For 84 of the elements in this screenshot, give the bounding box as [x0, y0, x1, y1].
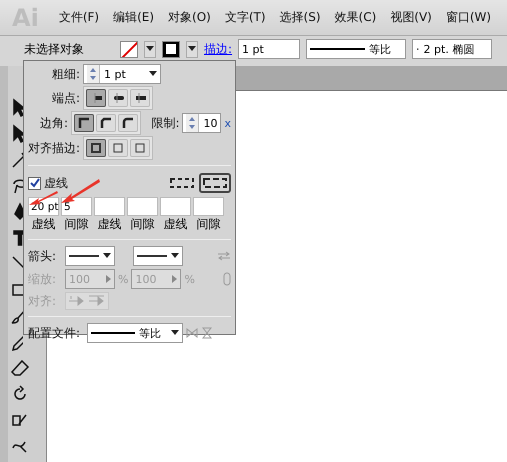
- option-button[interactable]: [74, 114, 94, 132]
- arrow-align-icon: [68, 295, 86, 307]
- line-preview-icon: [91, 331, 135, 335]
- menu-item[interactable]: 文字(T): [224, 9, 266, 26]
- line-preview-icon: [310, 47, 366, 51]
- field-label: 箭头:: [28, 248, 58, 264]
- dash-field[interactable]: 5: [61, 197, 92, 216]
- field-label: 对齐:: [28, 292, 58, 310]
- percent-unit: %: [118, 272, 128, 286]
- selection-status: 未选择对象: [24, 40, 84, 58]
- dash-style-button[interactable]: [168, 175, 196, 191]
- dropdown-arrow-icon[interactable]: [146, 46, 154, 52]
- arrowhead-dropdown[interactable]: [133, 246, 183, 266]
- menu-item[interactable]: 编辑(E): [113, 9, 154, 26]
- stepper-arrow-icon[interactable]: [172, 275, 178, 283]
- option-button[interactable]: [96, 114, 116, 132]
- option-button[interactable]: [130, 89, 150, 107]
- dash-field[interactable]: [160, 197, 191, 216]
- corner-join-icon: [100, 117, 112, 129]
- profile-dropdown[interactable]: 等比: [306, 39, 406, 59]
- flip-icon[interactable]: [201, 327, 213, 339]
- menu-item[interactable]: 效果(C): [334, 9, 376, 26]
- line-cap-icon: [134, 92, 146, 104]
- dropdown-button[interactable]: [186, 40, 198, 58]
- limit-suffix: x: [224, 116, 231, 130]
- fill-swatch[interactable]: [120, 40, 138, 58]
- dash-label: 虚线: [162, 216, 188, 233]
- dash-label: 间隙: [196, 216, 222, 233]
- dashed-checkbox[interactable]: [28, 176, 41, 190]
- brush-dropdown[interactable]: · 2 pt. 椭圆: [412, 39, 492, 59]
- dropdown-arrow-icon[interactable]: [171, 330, 179, 336]
- option-button[interactable]: [86, 139, 106, 157]
- field-label: 对齐描边:: [28, 140, 80, 156]
- dash-field[interactable]: [94, 197, 125, 216]
- stepper-arrow-icon[interactable]: [106, 275, 111, 283]
- align-stroke-icon: [134, 142, 146, 154]
- option-button[interactable]: [118, 114, 138, 132]
- percent-unit: %: [184, 272, 195, 286]
- field-label: 端点:: [50, 90, 80, 106]
- dropdown-arrow-icon[interactable]: [149, 71, 157, 77]
- dropdown-arrow-icon[interactable]: [171, 253, 179, 259]
- dropdown-arrow-icon[interactable]: [188, 46, 196, 52]
- dash-label: 虚线: [30, 216, 56, 233]
- dash-field[interactable]: [127, 197, 158, 216]
- stroke-weight-field[interactable]: 1 pt: [238, 39, 300, 59]
- line-cap-icon: [112, 92, 124, 104]
- dropdown-button[interactable]: [144, 40, 156, 58]
- field-label: 虚线: [44, 174, 69, 192]
- field-label: 粗细:: [50, 66, 80, 82]
- dash-label: 间隙: [64, 216, 90, 233]
- limit-field[interactable]: 10: [182, 113, 222, 133]
- menu-item[interactable]: 文件(F): [58, 9, 100, 26]
- option-button[interactable]: [130, 139, 150, 157]
- menu-item[interactable]: 对象(O): [168, 9, 211, 26]
- wand-tool-icon[interactable]: [10, 150, 23, 170]
- field-label: 限制:: [150, 114, 180, 132]
- dash-field[interactable]: [193, 197, 224, 216]
- dash-label: 间隙: [130, 216, 156, 233]
- option-button[interactable]: [108, 139, 128, 157]
- corner-join-icon: [78, 117, 90, 129]
- field-label: 边角:: [39, 114, 68, 132]
- field-label: 配置文件:: [28, 324, 82, 342]
- stroke-link[interactable]: 描边:: [204, 40, 232, 58]
- option-button[interactable]: [86, 89, 106, 107]
- arrowhead-dropdown[interactable]: [65, 246, 115, 266]
- menu-item[interactable]: 视图(V): [390, 9, 432, 26]
- flip-icon[interactable]: [186, 327, 198, 339]
- stroke-swatch[interactable]: [162, 40, 180, 58]
- align-stroke-icon: [112, 142, 124, 154]
- field-label: 缩放:: [28, 270, 58, 288]
- profile-dropdown[interactable]: 等比: [87, 323, 183, 343]
- corner-join-icon: [122, 117, 134, 129]
- dash-style-button[interactable]: [199, 173, 231, 193]
- menu-item[interactable]: 窗口(W): [446, 9, 492, 26]
- menu-item[interactable]: 选择(S): [280, 9, 321, 26]
- line-preview-icon: [69, 254, 99, 258]
- arrow-align-icon: [88, 295, 106, 307]
- dash-label: 虚线: [96, 216, 122, 233]
- eraser-tool-icon[interactable]: [10, 358, 30, 378]
- dropdown-arrow-icon[interactable]: [103, 253, 111, 259]
- align-stroke-icon: [90, 142, 102, 154]
- option-button[interactable]: [108, 89, 128, 107]
- line-preview-icon: [137, 254, 167, 258]
- weight-field[interactable]: 1 pt: [83, 64, 161, 84]
